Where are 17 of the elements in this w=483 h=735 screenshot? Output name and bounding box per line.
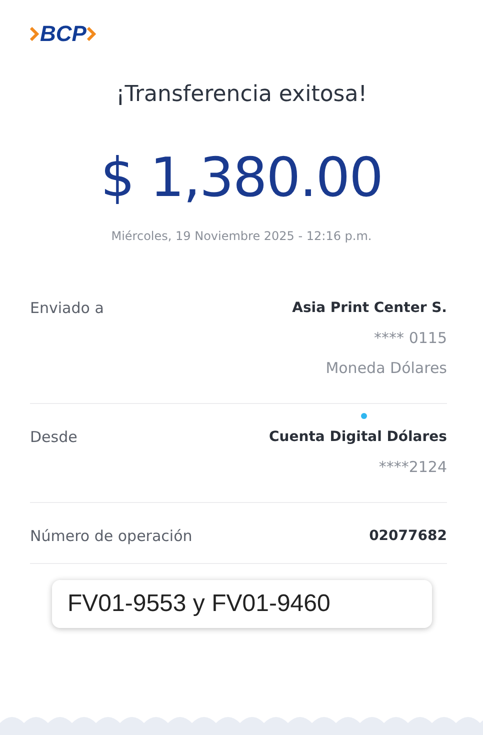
dot-icon xyxy=(361,413,367,419)
detail-value: Cuenta Digital Dólares xyxy=(269,428,447,447)
note-label: FV01-9553 y FV01-9460 xyxy=(52,580,432,628)
chevron-icon xyxy=(87,27,96,41)
detail-label: Enviado a xyxy=(30,298,104,319)
detail-value: Asia Print Center S. xyxy=(292,299,447,318)
detail-value: 02077682 xyxy=(369,527,447,546)
success-title: ¡Transferencia exitosa! xyxy=(114,82,368,107)
bank-logo: BCP xyxy=(30,23,96,45)
transfer-date: Miércoles, 19 Noviembre 2025 - 12:16 p.m. xyxy=(110,229,373,243)
detail-label: Número de operación xyxy=(30,526,192,547)
detail-value: **** 0115 xyxy=(374,328,447,349)
detail-value: ****2124 xyxy=(378,457,447,478)
detail-label: Desde xyxy=(30,427,78,448)
amount: $ 1,380.00 xyxy=(100,151,384,205)
chevron-icon xyxy=(30,27,39,41)
detail-value: Moneda Dólares xyxy=(326,358,447,379)
